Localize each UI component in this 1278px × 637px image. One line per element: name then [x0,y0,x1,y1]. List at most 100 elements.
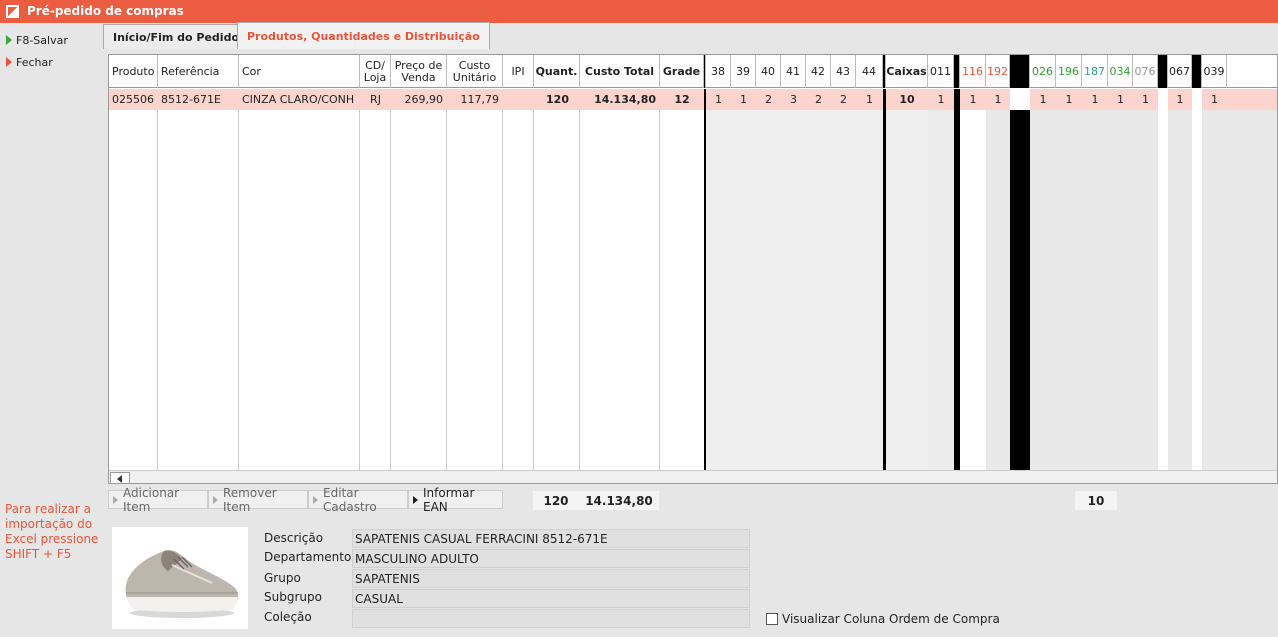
close-label: Fechar [16,56,53,69]
cell-store-076[interactable]: 1 [1133,89,1158,110]
checkbox-label: Visualizar Coluna Ordem de Compra [782,612,1000,626]
col-size-40[interactable]: 40 [756,55,781,88]
remove-item-label: Remover Item [223,485,277,514]
cell-store-196[interactable]: 1 [1056,89,1082,110]
col-store-011[interactable]: 011 [928,55,954,88]
cell-store-116[interactable]: 1 [960,89,986,110]
col-caixas[interactable]: Caixas [886,55,928,88]
products-grid[interactable]: Produto Referência Cor CD/ Loja Preço de… [108,54,1278,484]
col-store-196[interactable]: 196 [1056,55,1082,88]
save-button[interactable]: F8-Salvar [6,34,68,47]
cell-quant[interactable]: 120 [534,89,580,110]
cell-ipi[interactable] [503,89,534,110]
col-size-43[interactable]: 43 [831,55,856,88]
col-custo-unitario[interactable]: Custo Unitário [447,55,503,88]
cell-grade[interactable]: 12 [660,89,704,110]
cell-referencia[interactable]: 8512-671E [158,89,239,110]
col-store-067[interactable]: 067 [1168,55,1192,88]
descricao-field: SAPATENIS CASUAL FERRACINI 8512-671E [352,529,750,548]
col-store-076[interactable]: 076 [1133,55,1158,88]
subgrupo-label: Subgrupo [264,590,322,604]
col-referencia[interactable]: Referência [158,55,239,88]
cell-caixas[interactable]: 10 [886,89,928,110]
edit-cadastro-button[interactable]: Editar Cadastro [308,486,408,514]
cell-store-192[interactable]: 1 [986,89,1010,110]
col-preco-line2: Venda [401,70,436,84]
add-item-button[interactable]: Adicionar Item [108,486,208,514]
cell-store-067[interactable]: 1 [1168,89,1192,110]
cell-custo-unitario[interactable]: 117,79 [447,89,503,110]
tab-inicio-fim[interactable]: Início/Fim do Pedido [103,24,249,49]
cell-store-026[interactable]: 1 [1030,89,1056,110]
total-custo: 14.134,80 [579,491,659,510]
col-store-034[interactable]: 034 [1108,55,1133,88]
cell-store-187[interactable]: 1 [1082,89,1108,110]
excel-import-hint: Para realizar a importação do Excel pres… [5,502,99,561]
horizontal-scrollbar[interactable] [109,470,1277,483]
col-store-116[interactable]: 116 [960,55,986,88]
col-store-026[interactable]: 026 [1030,55,1056,88]
col-produto[interactable]: Produto [109,55,158,88]
window-title: Pré-pedido de compras [27,4,184,18]
tab-bar: Início/Fim do Pedido Produtos, Quantidad… [103,22,1278,49]
col-custo-total[interactable]: Custo Total [580,55,660,88]
cell-size-42[interactable]: 2 [806,89,831,110]
departamento-field: MASCULINO ADULTO [352,549,750,568]
descricao-label: Descrição [264,531,324,545]
play-icon [213,495,218,504]
cell-produto[interactable]: 025506 [109,89,158,110]
col-cd-loja[interactable]: CD/ Loja [360,55,391,88]
cell-size-41[interactable]: 3 [781,89,806,110]
cell-size-39[interactable]: 1 [731,89,756,110]
title-bar: Pré-pedido de compras [0,0,1278,23]
save-label: F8-Salvar [16,34,68,47]
app-logo-icon [6,5,19,18]
col-store-187[interactable]: 187 [1082,55,1108,88]
col-quant[interactable]: Quant. [534,55,580,88]
col-grade[interactable]: Grade [660,55,704,88]
cell-size-44[interactable]: 1 [856,89,883,110]
col-preco-venda[interactable]: Preço de Venda [391,55,447,88]
close-button[interactable]: Fechar [6,56,53,69]
col-cor[interactable]: Cor [239,55,360,88]
subgrupo-field: CASUAL [352,589,750,608]
checkbox-box[interactable] [766,613,778,625]
cell-size-38[interactable]: 1 [706,89,731,110]
col-store-039[interactable]: 039 [1202,55,1227,88]
col-ipi[interactable]: IPI [503,55,534,88]
col-size-39[interactable]: 39 [731,55,756,88]
play-icon [6,35,12,45]
play-icon [413,495,418,504]
tab-produtos[interactable]: Produtos, Quantidades e Distribuição [237,22,490,49]
play-icon [6,57,12,67]
col-size-42[interactable]: 42 [806,55,831,88]
cell-store-034[interactable]: 1 [1108,89,1133,110]
col-custo-line1: Custo [458,58,491,72]
col-preco-line1: Preço de [394,58,443,72]
informar-ean-button[interactable]: Informar EAN [408,486,503,514]
cell-store-011[interactable]: 1 [928,89,954,110]
cell-custo-total[interactable]: 14.134,80 [580,89,660,110]
play-icon [113,495,118,504]
scroll-left-icon[interactable] [110,472,130,483]
visualizar-ordem-checkbox[interactable]: Visualizar Coluna Ordem de Compra [766,612,1000,626]
colecao-label: Coleção [264,610,312,624]
cell-cor[interactable]: CINZA CLARO/CONH [239,89,360,110]
product-image [112,527,248,629]
cell-cd-loja[interactable]: RJ [360,89,391,110]
col-size-44[interactable]: 44 [856,55,883,88]
play-icon [313,495,318,504]
cell-size-40[interactable]: 2 [756,89,781,110]
remove-item-button[interactable]: Remover Item [208,486,308,514]
cell-size-43[interactable]: 2 [831,89,856,110]
col-size-38[interactable]: 38 [706,55,731,88]
total-quant: 120 [533,491,579,510]
grupo-field: SAPATENIS [352,569,750,588]
col-store-192[interactable]: 192 [986,55,1010,88]
grupo-label: Grupo [264,571,301,585]
total-caixas: 10 [1075,491,1117,510]
informar-ean-label: Informar EAN [423,485,475,514]
cell-store-039[interactable]: 1 [1202,89,1227,110]
col-size-41[interactable]: 41 [781,55,806,88]
cell-preco-venda[interactable]: 269,90 [391,89,447,110]
